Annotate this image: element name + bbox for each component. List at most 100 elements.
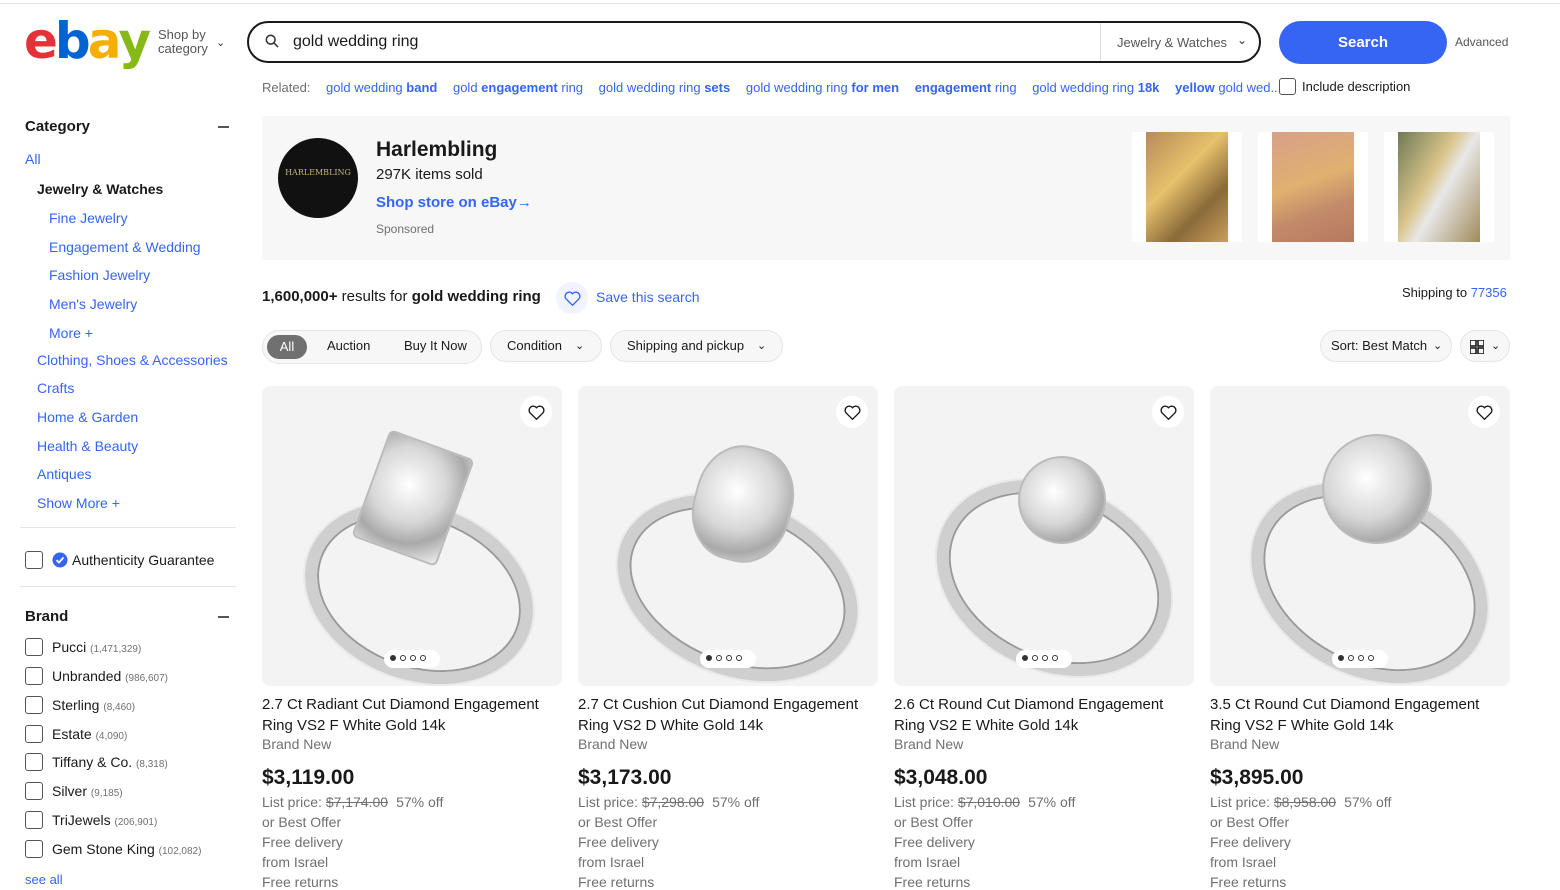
filter-buy-it-now[interactable]: Buy It Now bbox=[404, 338, 467, 353]
product-image[interactable] bbox=[578, 386, 878, 686]
brand-option[interactable]: Sterling (8,460) bbox=[52, 697, 135, 713]
chevron-down-icon: ⌄ bbox=[1433, 340, 1443, 352]
zip-code-link[interactable]: 77356 bbox=[1471, 285, 1507, 300]
collapse-icon[interactable] bbox=[218, 616, 229, 618]
category-show-more[interactable]: Show More + bbox=[37, 495, 120, 511]
store-product-thumbnail[interactable] bbox=[1132, 132, 1242, 242]
shop-by-line2: category bbox=[158, 41, 208, 56]
brand-option[interactable]: Silver (9,185) bbox=[52, 783, 123, 799]
view-toggle[interactable]: ⌄ bbox=[1460, 330, 1510, 362]
save-search-link[interactable]: Save this search bbox=[596, 289, 700, 305]
category-link[interactable]: Home & Garden bbox=[37, 409, 138, 425]
brand-checkbox[interactable] bbox=[25, 667, 43, 685]
buying-format-toggle: All Auction Buy It Now bbox=[262, 330, 482, 364]
brand-checkbox[interactable] bbox=[25, 753, 43, 771]
brand-option[interactable]: Pucci (1,471,329) bbox=[52, 639, 141, 655]
include-description-checkbox[interactable] bbox=[1279, 78, 1296, 95]
sort-dropdown[interactable]: Sort: Best Match ⌄ bbox=[1320, 330, 1452, 362]
filter-all[interactable]: All bbox=[267, 335, 307, 359]
search-input[interactable]: gold wedding ring bbox=[293, 33, 418, 51]
related-link[interactable]: engagement ring bbox=[915, 80, 1017, 95]
logo-letter-y: y bbox=[118, 12, 151, 70]
search-button[interactable]: Search bbox=[1279, 21, 1447, 64]
brand-checkbox[interactable] bbox=[25, 840, 43, 858]
subcategory-more[interactable]: More + bbox=[49, 325, 93, 341]
logo-letter-e: e bbox=[24, 12, 58, 70]
brand-option[interactable]: TriJewels (206,901) bbox=[52, 812, 157, 828]
sponsored-store-banner[interactable]: HARLEMBLING Harlembling 297K items sold … bbox=[262, 116, 1510, 260]
brand-option[interactable]: Unbranded (986,607) bbox=[52, 668, 168, 684]
collapse-icon[interactable] bbox=[218, 126, 229, 128]
logo-letter-a: a bbox=[87, 12, 122, 70]
shop-by-category[interactable]: Shop by category bbox=[158, 28, 208, 56]
category-heading: Category bbox=[25, 118, 91, 135]
related-link[interactable]: gold wedding ring 18k bbox=[1032, 80, 1159, 95]
subcategory-link[interactable]: Fine Jewelry bbox=[49, 210, 128, 226]
brand-checkbox[interactable] bbox=[25, 725, 43, 743]
watch-button[interactable] bbox=[1152, 396, 1184, 428]
brand-option[interactable]: Estate (4,090) bbox=[52, 726, 127, 742]
product-title[interactable]: 3.5 Ct Round Cut Diamond Engagement Ring… bbox=[1210, 694, 1510, 736]
brand-option[interactable]: Gem Stone King (102,082) bbox=[52, 841, 201, 857]
authenticity-checkbox[interactable] bbox=[25, 551, 43, 569]
watch-button[interactable] bbox=[836, 396, 868, 428]
ebay-logo[interactable]: ebay bbox=[24, 12, 151, 70]
shipping-dropdown[interactable]: Shipping and pickup ⌄ bbox=[610, 330, 783, 362]
condition-dropdown[interactable]: Condition ⌄ bbox=[490, 330, 602, 362]
category-jewelry-watches[interactable]: Jewelry & Watches bbox=[37, 181, 163, 197]
chevron-down-icon[interactable]: ⌄ bbox=[216, 36, 225, 49]
brand-see-all[interactable]: see all bbox=[25, 872, 63, 887]
sidebar-divider bbox=[20, 586, 236, 587]
heart-icon bbox=[844, 405, 861, 420]
sponsored-label: Sponsored bbox=[376, 222, 435, 236]
category-all[interactable]: All bbox=[25, 151, 41, 167]
grid-view-icon bbox=[1470, 340, 1484, 354]
subcategory-link[interactable]: Fashion Jewelry bbox=[49, 267, 150, 283]
related-link[interactable]: gold engagement ring bbox=[453, 80, 583, 95]
watch-button[interactable] bbox=[520, 396, 552, 428]
product-list-price: List price: $7,298.00 57% off bbox=[578, 794, 760, 810]
product-title[interactable]: 2.7 Ct Radiant Cut Diamond Engagement Ri… bbox=[262, 694, 562, 736]
category-select[interactable]: Jewelry & Watches ⌄ bbox=[1100, 23, 1259, 61]
store-name[interactable]: Harlembling bbox=[376, 138, 497, 162]
shipping-to[interactable]: Shipping to 77356 bbox=[1402, 285, 1507, 300]
subcategory-link[interactable]: Engagement & Wedding bbox=[49, 239, 201, 255]
image-carousel-dots[interactable] bbox=[1016, 650, 1072, 668]
category-link[interactable]: Crafts bbox=[37, 380, 74, 396]
category-link[interactable]: Antiques bbox=[37, 466, 91, 482]
related-link[interactable]: gold wedding ring for men bbox=[746, 80, 899, 95]
product-list-price: List price: $7,174.00 57% off bbox=[262, 794, 444, 810]
chevron-down-icon: ⌄ bbox=[1236, 33, 1247, 47]
product-list-price: List price: $8,958.00 57% off bbox=[1210, 794, 1392, 810]
product-title[interactable]: 2.7 Ct Cushion Cut Diamond Engagement Ri… bbox=[578, 694, 878, 736]
verified-badge-icon bbox=[52, 552, 68, 568]
product-image[interactable] bbox=[262, 386, 562, 686]
shop-store-link[interactable]: Shop store on eBay→ bbox=[376, 194, 532, 211]
image-carousel-dots[interactable] bbox=[700, 650, 756, 668]
brand-checkbox[interactable] bbox=[25, 782, 43, 800]
product-image[interactable] bbox=[894, 386, 1194, 686]
filter-auction[interactable]: Auction bbox=[327, 338, 370, 353]
subcategory-link[interactable]: Men's Jewelry bbox=[49, 296, 137, 312]
brand-checkbox[interactable] bbox=[25, 696, 43, 714]
product-condition: Brand New bbox=[262, 736, 332, 752]
product-location: from Israel bbox=[262, 854, 329, 870]
product-title[interactable]: 2.6 Ct Round Cut Diamond Engagement Ring… bbox=[894, 694, 1194, 736]
save-search-button[interactable] bbox=[556, 282, 588, 314]
related-link[interactable]: gold wedding band bbox=[326, 80, 437, 95]
product-image[interactable] bbox=[1210, 386, 1510, 686]
brand-checkbox[interactable] bbox=[25, 638, 43, 656]
brand-option[interactable]: Tiffany & Co. (8,318) bbox=[52, 754, 168, 770]
category-link[interactable]: Health & Beauty bbox=[37, 438, 138, 454]
brand-checkbox[interactable] bbox=[25, 811, 43, 829]
image-carousel-dots[interactable] bbox=[384, 650, 440, 668]
related-link[interactable]: yellow gold wed... bbox=[1175, 80, 1281, 95]
store-product-thumbnail[interactable] bbox=[1258, 132, 1368, 242]
related-link[interactable]: gold wedding ring sets bbox=[599, 80, 731, 95]
advanced-search-link[interactable]: Advanced bbox=[1455, 35, 1508, 49]
store-product-thumbnail[interactable] bbox=[1384, 132, 1494, 242]
image-carousel-dots[interactable] bbox=[1332, 650, 1388, 668]
chevron-down-icon: ⌄ bbox=[757, 340, 767, 352]
watch-button[interactable] bbox=[1468, 396, 1500, 428]
category-link[interactable]: Clothing, Shoes & Accessories bbox=[37, 352, 228, 368]
